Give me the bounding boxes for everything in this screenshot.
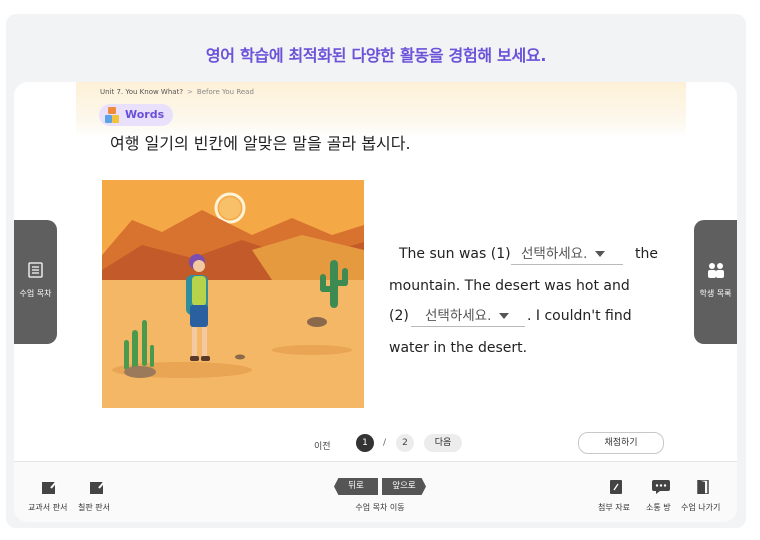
passage-line3-start: (2) — [389, 308, 409, 324]
blackboard-board-label: 칠판 판서 — [78, 503, 110, 512]
words-badge: Words — [99, 104, 173, 126]
attachments-label: 첨부 자료 — [598, 503, 630, 512]
blackboard-board-button[interactable]: 칠판 판서 — [78, 462, 118, 522]
headline: 영어 학습에 최적화된 다양한 활동을 경험해 보세요. — [205, 46, 547, 65]
exit-class-label: 수업 나가기 — [681, 503, 721, 512]
passage-line4: water in the desert. — [389, 340, 528, 356]
attachments-button[interactable]: 첨부 자료 — [598, 462, 634, 522]
student-list-label: 학생 목록 — [699, 289, 732, 298]
page-separator: / — [383, 438, 387, 448]
textbook-pen-icon — [42, 480, 58, 494]
chevron-down-icon — [499, 313, 510, 319]
passage-line3-end: . I couldn't find — [527, 308, 632, 324]
chat-icon — [652, 480, 670, 494]
list-icon — [28, 262, 43, 278]
page-1-button[interactable]: 1 — [356, 434, 374, 452]
chevron-down-icon — [595, 251, 606, 257]
students-icon — [708, 263, 724, 278]
prev-button[interactable]: 이전 — [314, 439, 331, 452]
attachment-icon — [610, 480, 622, 494]
breadcrumb-separator: > — [187, 88, 193, 96]
desert-illustration — [102, 180, 446, 498]
door-icon — [697, 480, 709, 494]
dropdown-blank-1[interactable]: 선택하세요. — [511, 242, 623, 265]
forward-button[interactable]: 앞으로 — [382, 478, 426, 495]
dropdown-1-value: 선택하세요. — [521, 246, 588, 262]
words-label: Words — [125, 108, 165, 121]
contents-nav-label: 수업 목차 이동 — [355, 503, 405, 512]
lesson-frame: Unit 7. You Know What? > Before You Read W… — [14, 82, 737, 522]
back-button[interactable]: 뒤로 — [334, 478, 378, 495]
textbook-board-button[interactable]: 교과서 판서 — [28, 462, 72, 522]
chat-room-label: 소통 방 — [646, 503, 671, 512]
breadcrumb-section: Before You Read — [196, 88, 254, 96]
passage-line1-start: The sun was (1) — [399, 246, 511, 262]
textbook-board-label: 교과서 판서 — [28, 503, 68, 512]
dropdown-2-value: 선택하세요. — [425, 308, 492, 324]
page-2-button[interactable]: 2 — [396, 434, 414, 452]
next-button[interactable]: 다음 — [424, 434, 462, 452]
student-list-tab[interactable]: 학생 목록 — [694, 220, 737, 344]
breadcrumb: Unit 7. You Know What? > Before You Read — [100, 88, 254, 96]
breadcrumb-unit[interactable]: Unit 7. You Know What? — [100, 88, 183, 96]
chat-room-button[interactable]: 소통 방 — [646, 462, 676, 522]
passage-line1-end: the — [635, 246, 658, 262]
exit-class-button[interactable]: 수업 나가기 — [681, 462, 725, 522]
promo-panel: 영어 학습에 최적화된 다양한 활동을 경험해 보세요. Unit 7. You… — [6, 14, 746, 528]
grade-button[interactable]: 채점하기 — [578, 432, 664, 454]
bottom-toolbar: 교과서 판서 칠판 판서 뒤로 앞으로 수업 목차 이동 첨부 자료 소통 방 … — [14, 461, 737, 522]
desert-scene — [102, 180, 364, 408]
blocks-icon — [105, 107, 119, 123]
lesson-contents-tab[interactable]: 수업 목차 — [14, 220, 57, 344]
pagination: 이전 1 / 2 다음 채점하기 — [14, 432, 737, 456]
passage-line2: mountain. The desert was hot and — [389, 278, 630, 294]
dropdown-blank-2[interactable]: 선택하세요. — [411, 304, 525, 327]
instruction-text: 여행 일기의 빈칸에 알맞은 말을 골라 봅시다. — [110, 134, 411, 153]
blackboard-pen-icon — [90, 480, 106, 494]
lesson-contents-label: 수업 목차 — [19, 289, 52, 298]
